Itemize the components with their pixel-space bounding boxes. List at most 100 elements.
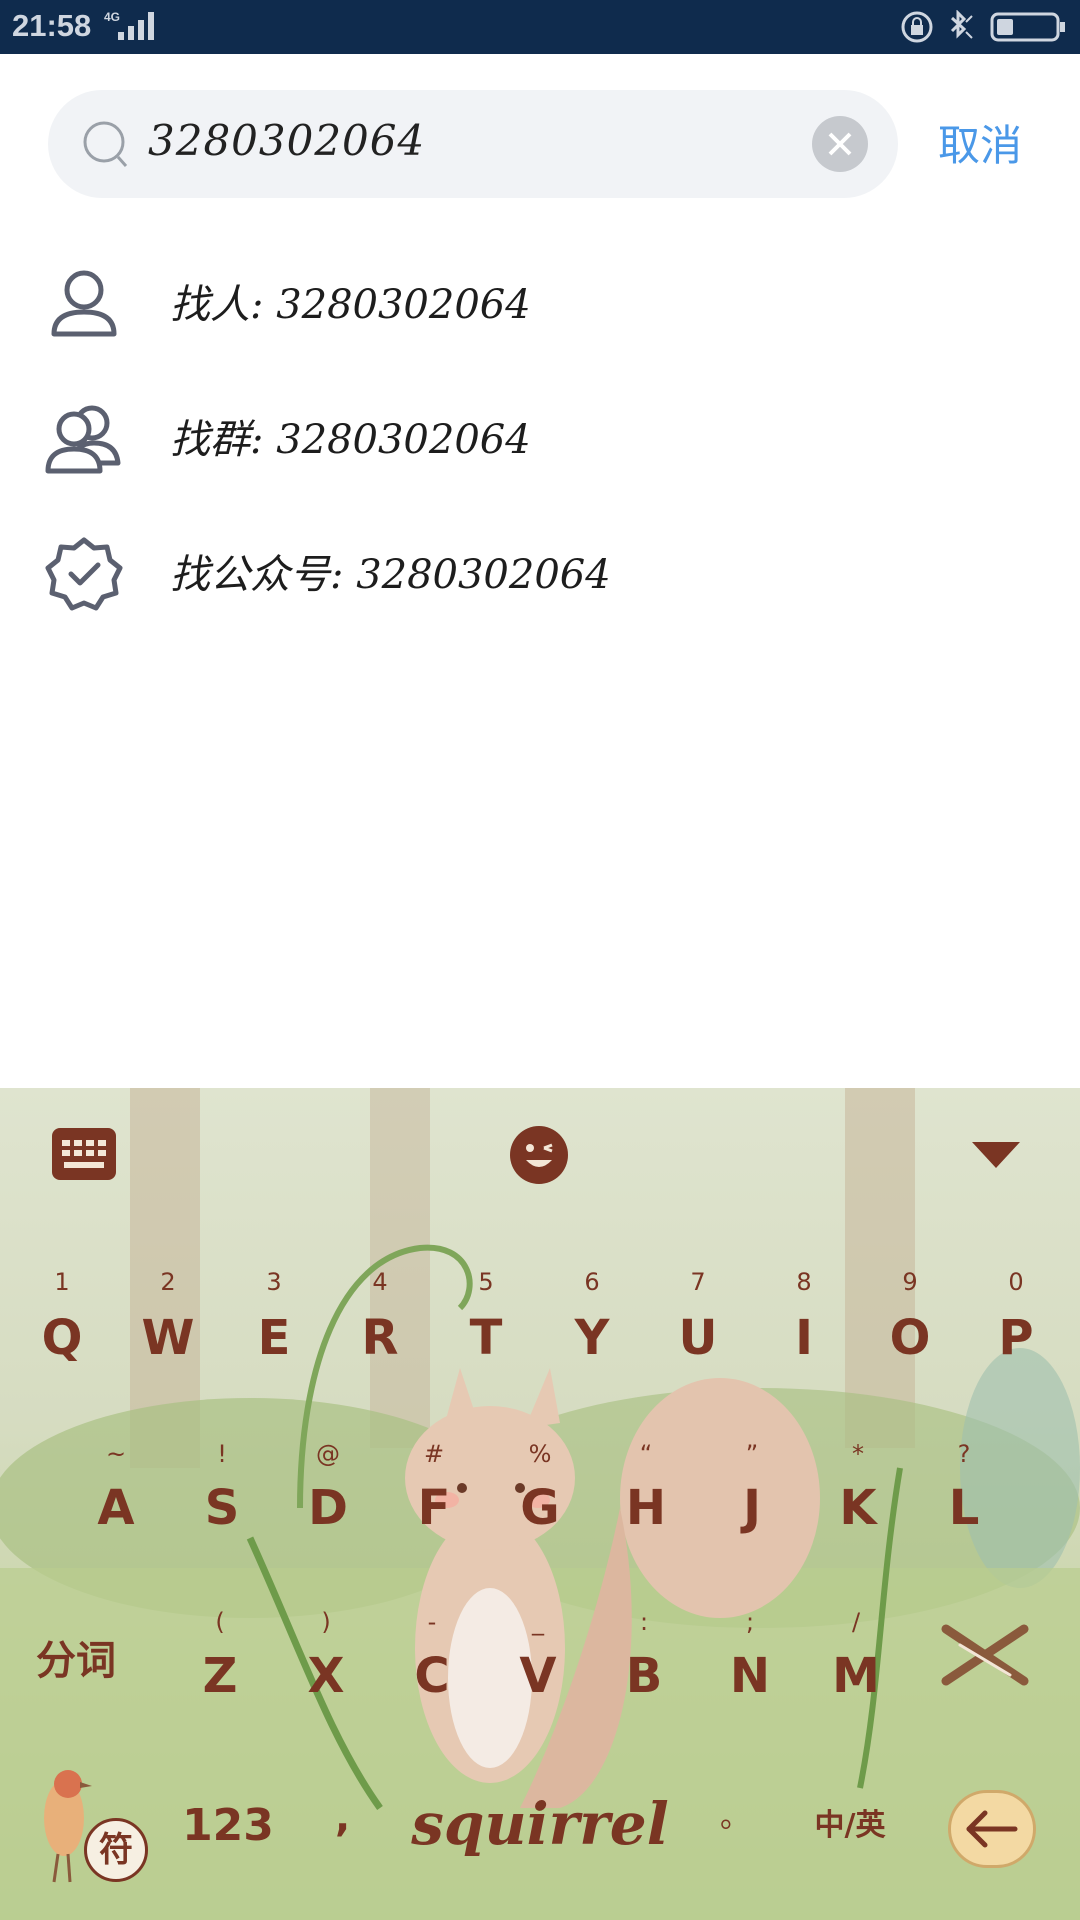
key-label: J <box>743 1480 761 1536</box>
key-sub-label: ” <box>745 1440 759 1468</box>
key-label: X <box>307 1648 345 1704</box>
key-y[interactable]: 6 Y <box>542 1262 642 1392</box>
key-o[interactable]: 9 O <box>860 1262 960 1392</box>
key-i[interactable]: 8 I <box>754 1262 854 1392</box>
clear-search-button[interactable] <box>812 116 868 172</box>
key-k[interactable]: * K <box>808 1434 908 1564</box>
result-label: 找群: 3280302064 <box>170 417 531 463</box>
search-bar[interactable]: 3280302064 <box>48 90 898 198</box>
key-label: D <box>308 1480 348 1536</box>
key-sub-label: 8 <box>796 1268 812 1296</box>
key-sub-label: 4 <box>372 1268 388 1296</box>
key-sub-label: # <box>423 1440 445 1468</box>
key-label: A <box>97 1480 135 1536</box>
key-label: G <box>520 1480 560 1536</box>
key-label: U <box>678 1310 718 1366</box>
bird-decoration-icon <box>44 1770 92 1883</box>
key-q[interactable]: 1 Q <box>12 1262 112 1392</box>
key-sub-label: “ <box>639 1440 653 1468</box>
status-icons <box>901 10 1065 43</box>
battery-icon <box>990 12 1065 42</box>
key-z[interactable]: ( Z <box>170 1604 270 1734</box>
key-sub-label: % <box>528 1440 552 1468</box>
key-sub-label: * <box>852 1440 864 1468</box>
delete-key-icon[interactable] <box>940 1615 1030 1695</box>
result-label: 找人: 3280302064 <box>170 282 531 328</box>
key-v[interactable]: _ V <box>488 1604 588 1734</box>
group-icon <box>45 405 121 474</box>
key-x[interactable]: ) X <box>276 1604 376 1734</box>
key-label: R <box>361 1310 399 1366</box>
key-label: W <box>141 1310 195 1366</box>
keyboard-switch-icon[interactable] <box>52 1128 116 1180</box>
key-d[interactable]: @ D <box>278 1434 378 1564</box>
key-label: H <box>625 1480 667 1536</box>
key-t[interactable]: 5 T <box>436 1262 536 1392</box>
key-c[interactable]: - C <box>382 1604 482 1734</box>
key-label: I <box>795 1310 813 1366</box>
key-sub-label: ( <box>215 1608 225 1636</box>
arrow-left-icon <box>966 1810 1018 1848</box>
cancel-button[interactable]: 取消 <box>938 112 1022 173</box>
key-sub-label: 5 <box>478 1268 494 1296</box>
fenci-key[interactable]: 分词 <box>36 1628 116 1686</box>
key-sub-label: ) <box>321 1608 331 1636</box>
emoji-icon[interactable] <box>510 1126 568 1184</box>
key-w[interactable]: 2 W <box>118 1262 218 1392</box>
enter-key[interactable] <box>948 1790 1036 1868</box>
key-s[interactable]: ! S <box>172 1434 272 1564</box>
key-f[interactable]: # F <box>384 1434 484 1564</box>
key-sub-label: 1 <box>54 1268 70 1296</box>
key-n[interactable]: ; N <box>700 1604 800 1734</box>
key-label: S <box>204 1480 240 1536</box>
bluetooth-icon <box>950 10 973 39</box>
key-p[interactable]: 0 P <box>966 1262 1066 1392</box>
key-a[interactable]: ~ A <box>66 1434 166 1564</box>
key-sub-label: ; <box>745 1608 755 1636</box>
key-label: M <box>832 1648 880 1704</box>
key-u[interactable]: 7 U <box>648 1262 748 1392</box>
key-sub-label: / <box>851 1608 861 1636</box>
key-sub-label: _ <box>532 1608 544 1636</box>
key-sub-label: : <box>639 1608 649 1636</box>
key-label: L <box>948 1480 980 1536</box>
key-sub-label: 3 <box>266 1268 282 1296</box>
search-icon <box>83 121 128 167</box>
key-sub-label: 9 <box>902 1268 918 1296</box>
close-icon <box>828 132 852 156</box>
status-bar: 21:58 4G <box>0 0 1080 54</box>
comma-key[interactable]: , <box>335 1795 350 1841</box>
key-sub-label: - <box>427 1608 437 1636</box>
result-find-person[interactable]: 找人: 3280302064 <box>0 242 1080 352</box>
key-sub-label: ! <box>217 1440 227 1468</box>
status-time: 21:58 <box>12 8 92 43</box>
key-m[interactable]: / M <box>806 1604 906 1734</box>
key-sub-label: 2 <box>160 1268 176 1296</box>
collapse-keyboard-icon[interactable] <box>972 1142 1020 1168</box>
key-j[interactable]: ” J <box>702 1434 802 1564</box>
key-g[interactable]: % G <box>490 1434 590 1564</box>
key-label: V <box>519 1648 557 1704</box>
key-sub-label: @ <box>316 1440 340 1468</box>
search-input[interactable]: 3280302064 <box>148 116 425 165</box>
key-e[interactable]: 3 E <box>224 1262 324 1392</box>
key-label: O <box>889 1310 931 1366</box>
key-h[interactable]: “ H <box>596 1434 696 1564</box>
key-sub-label: 0 <box>1008 1268 1024 1296</box>
language-switch-key[interactable]: 中/英 <box>800 1800 900 1860</box>
space-key[interactable]: squirrel <box>410 1790 670 1880</box>
key-b[interactable]: : B <box>594 1604 694 1734</box>
person-icon <box>51 270 117 337</box>
result-label: 找公众号: 3280302064 <box>170 552 611 598</box>
key-label: Q <box>41 1310 83 1366</box>
symbol-key[interactable]: 符 <box>84 1818 148 1882</box>
period-key[interactable]: 。 <box>720 1792 750 1836</box>
result-find-group[interactable]: 找群: 3280302064 <box>0 377 1080 487</box>
key-l[interactable]: ? L <box>914 1434 1014 1564</box>
key-label: B <box>625 1648 663 1704</box>
numbers-key[interactable]: 123 <box>178 1800 278 1860</box>
verified-badge-icon <box>45 537 123 611</box>
result-find-official-account[interactable]: 找公众号: 3280302064 <box>0 512 1080 622</box>
key-r[interactable]: 4 R <box>330 1262 430 1392</box>
rotation-lock-icon <box>901 11 933 43</box>
